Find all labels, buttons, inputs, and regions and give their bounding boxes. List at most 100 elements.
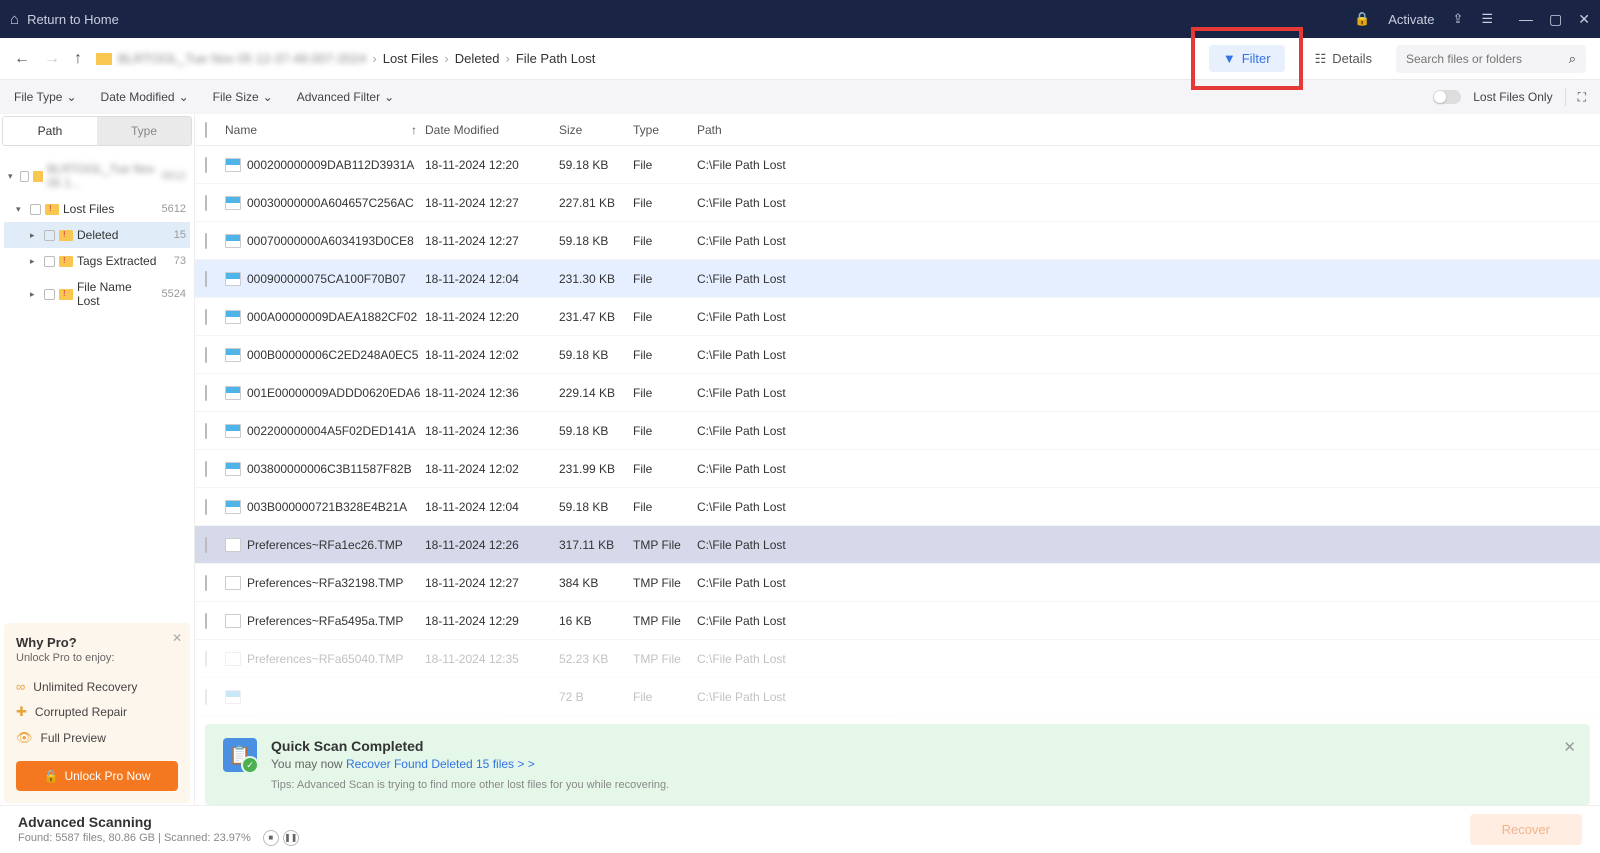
date-modified-filter[interactable]: Date Modified⌄ xyxy=(101,90,189,104)
filter-row: File Type⌄ Date Modified⌄ File Size⌄ Adv… xyxy=(0,80,1600,114)
activate-button[interactable]: Activate xyxy=(1388,12,1434,27)
table-row[interactable]: Preferences~RFa65040.TMP 18-11-2024 12:3… xyxy=(195,640,1600,678)
pause-button[interactable]: ❚❚ xyxy=(283,830,299,846)
row-checkbox[interactable] xyxy=(205,461,207,477)
column-date[interactable]: Date Modified xyxy=(425,123,559,137)
row-checkbox[interactable] xyxy=(205,347,207,363)
row-checkbox[interactable] xyxy=(205,385,207,401)
close-button[interactable]: ✕ xyxy=(1578,11,1590,28)
back-button[interactable]: ← xyxy=(14,50,30,68)
breadcrumb-item[interactable]: File Path Lost xyxy=(516,51,596,66)
table-row[interactable]: 003800000006C3B11587F82B 18-11-2024 12:0… xyxy=(195,450,1600,488)
checkbox[interactable] xyxy=(20,171,29,182)
file-name: 00070000000A6034193D0CE8 xyxy=(247,234,425,248)
maximize-button[interactable]: ▢ xyxy=(1549,11,1562,28)
table-row[interactable]: 003B000000721B328E4B21A 18-11-2024 12:04… xyxy=(195,488,1600,526)
tree-item-tags[interactable]: ▸ Tags Extracted 73 xyxy=(4,248,190,274)
checkbox[interactable] xyxy=(44,289,55,300)
search-input[interactable] xyxy=(1406,52,1556,66)
recover-button[interactable]: Recover xyxy=(1470,814,1582,845)
tree-item-deleted[interactable]: ▸ Deleted 15 xyxy=(4,222,190,248)
table-row[interactable]: Preferences~RFa5495a.TMP 18-11-2024 12:2… xyxy=(195,602,1600,640)
checkbox[interactable] xyxy=(30,204,41,215)
table-row[interactable]: 00030000000A604657C256AC 18-11-2024 12:2… xyxy=(195,184,1600,222)
table-row[interactable]: 002200000004A5F02DED141A 18-11-2024 12:3… xyxy=(195,412,1600,450)
file-path: C:\File Path Lost xyxy=(697,500,1600,514)
file-icon xyxy=(225,158,241,172)
chevron-down-icon: ⌄ xyxy=(263,90,273,104)
minimize-button[interactable]: — xyxy=(1519,11,1533,28)
table-row[interactable]: Preferences~RFa1ec26.TMP 18-11-2024 12:2… xyxy=(195,526,1600,564)
table-row[interactable]: 72 B File C:\File Path Lost xyxy=(195,678,1600,716)
settings-icon[interactable]: ⛶ xyxy=(1578,90,1586,105)
row-checkbox[interactable] xyxy=(205,575,207,591)
row-checkbox[interactable] xyxy=(205,613,207,629)
lost-files-toggle[interactable] xyxy=(1433,90,1461,104)
sort-asc-icon: ↑ xyxy=(411,123,417,137)
column-size[interactable]: Size xyxy=(559,123,633,137)
table-row[interactable]: 001E00000009ADDD0620EDA6 18-11-2024 12:3… xyxy=(195,374,1600,412)
table-row[interactable]: 000200000009DAB112D3931A 18-11-2024 12:2… xyxy=(195,146,1600,184)
row-checkbox[interactable] xyxy=(205,689,207,705)
table-row[interactable]: 000A00000009DAEA1882CF02 18-11-2024 12:2… xyxy=(195,298,1600,336)
close-icon[interactable]: ✕ xyxy=(1563,738,1576,756)
column-name[interactable]: Name↑ xyxy=(225,123,425,137)
tree-root[interactable]: ▾ BLRTOOL_Tue Nov 05 1... 5612 xyxy=(4,156,190,196)
checkbox[interactable] xyxy=(44,230,55,241)
row-checkbox[interactable] xyxy=(205,157,207,173)
tree-item-lost-files[interactable]: ▾ Lost Files 5612 xyxy=(4,196,190,222)
row-checkbox[interactable] xyxy=(205,271,207,287)
close-icon[interactable]: ✕ xyxy=(172,631,182,645)
file-type-filter[interactable]: File Type⌄ xyxy=(14,90,77,104)
row-checkbox[interactable] xyxy=(205,499,207,515)
row-checkbox[interactable] xyxy=(205,195,207,211)
breadcrumb-item[interactable]: Lost Files xyxy=(383,51,439,66)
tab-path[interactable]: Path xyxy=(3,117,97,145)
list-icon: ☷ xyxy=(1315,51,1327,67)
breadcrumb-item[interactable]: Deleted xyxy=(455,51,500,66)
table-row[interactable]: Preferences~RFa32198.TMP 18-11-2024 12:2… xyxy=(195,564,1600,602)
column-type[interactable]: Type xyxy=(633,123,697,137)
file-type: TMP File xyxy=(633,538,697,552)
stop-button[interactable]: ■ xyxy=(263,830,279,846)
menu-icon[interactable]: ☰ xyxy=(1481,11,1493,27)
breadcrumb-root[interactable]: BLRTOOL_Tue Nov 05 12-37-49.007-2024 xyxy=(118,51,366,66)
up-button[interactable]: ↑ xyxy=(74,50,82,68)
row-checkbox[interactable] xyxy=(205,233,207,249)
table-row[interactable]: 000900000075CA100F70B07 18-11-2024 12:04… xyxy=(195,260,1600,298)
forward-button[interactable]: → xyxy=(44,50,60,68)
unlock-pro-button[interactable]: 🔒Unlock Pro Now xyxy=(16,761,178,791)
row-checkbox[interactable] xyxy=(205,537,207,553)
home-icon: ⌂ xyxy=(10,11,19,28)
file-type: TMP File xyxy=(633,652,697,666)
table-row[interactable]: 00070000000A6034193D0CE8 18-11-2024 12:2… xyxy=(195,222,1600,260)
tab-type[interactable]: Type xyxy=(97,117,191,145)
details-label: Details xyxy=(1332,51,1372,66)
column-path[interactable]: Path xyxy=(697,123,1600,137)
row-checkbox[interactable] xyxy=(205,309,207,325)
select-all-checkbox[interactable] xyxy=(205,122,207,138)
row-checkbox[interactable] xyxy=(205,423,207,439)
file-path: C:\File Path Lost xyxy=(697,386,1600,400)
share-icon[interactable]: ⇪ xyxy=(1452,11,1463,27)
lock-icon: 🔒 xyxy=(44,769,59,783)
details-button[interactable]: ☷ Details xyxy=(1303,45,1384,73)
checkbox[interactable] xyxy=(44,256,55,267)
search-box: ⌕ xyxy=(1396,45,1586,73)
file-size-filter[interactable]: File Size⌄ xyxy=(213,90,273,104)
chevron-down-icon: ▾ xyxy=(16,204,26,215)
table-row[interactable]: 000B00000006C2ED248A0EC5 18-11-2024 12:0… xyxy=(195,336,1600,374)
file-type: File xyxy=(633,500,697,514)
recover-link[interactable]: Recover Found Deleted 15 files > > xyxy=(346,757,535,771)
file-path: C:\File Path Lost xyxy=(697,348,1600,362)
row-checkbox[interactable] xyxy=(205,651,207,667)
tree-item-filename-lost[interactable]: ▸ File Name Lost 5524 xyxy=(4,274,190,314)
scan-complete-icon: 📋 xyxy=(223,738,257,772)
return-home-button[interactable]: ⌂ Return to Home xyxy=(10,11,119,28)
search-icon[interactable]: ⌕ xyxy=(1569,51,1576,67)
folder-icon xyxy=(59,230,73,241)
file-type: TMP File xyxy=(633,576,697,590)
file-size: 16 KB xyxy=(559,614,633,628)
file-name: 001E00000009ADDD0620EDA6 xyxy=(247,386,425,400)
advanced-filter[interactable]: Advanced Filter⌄ xyxy=(297,90,394,104)
